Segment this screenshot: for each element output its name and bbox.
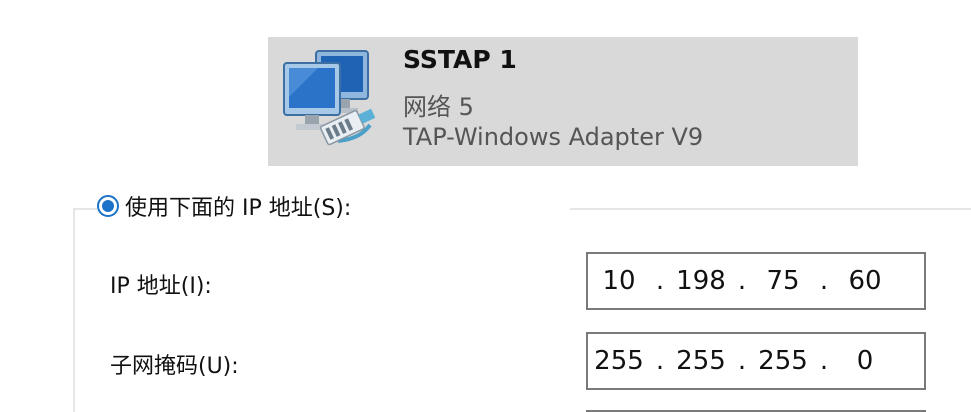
adapter-device-name: TAP-Windows Adapter V9: [403, 123, 704, 151]
ip-separator: .: [655, 266, 665, 296]
mask-separator: .: [655, 346, 665, 376]
group-border-left: [73, 208, 97, 210]
network-adapter-icon: [278, 45, 388, 157]
group-border-right: [570, 208, 971, 210]
ip-octet-1[interactable]: 10: [588, 266, 650, 296]
ip-octet-4[interactable]: 60: [834, 266, 896, 296]
ip-separator: .: [737, 266, 747, 296]
subnet-mask-input[interactable]: 255 . 255 . 255 . 0: [586, 332, 926, 390]
mask-octet-4[interactable]: 0: [834, 346, 896, 376]
mask-octet-2[interactable]: 255: [670, 346, 732, 376]
use-following-ip-radio[interactable]: [97, 195, 119, 217]
use-following-ip-option[interactable]: 使用下面的 IP 地址(S):: [97, 190, 360, 222]
radio-selected-dot: [102, 200, 114, 212]
subnet-mask-label: 子网掩码(U):: [110, 354, 239, 379]
adapter-name: SSTAP 1: [403, 45, 517, 74]
mask-octet-3[interactable]: 255: [752, 346, 814, 376]
ip-octet-2[interactable]: 198: [670, 266, 732, 296]
adapter-network-name: 网络 5: [403, 93, 474, 121]
mask-separator: .: [819, 346, 829, 376]
use-following-ip-label: 使用下面的 IP 地址(S):: [125, 196, 352, 221]
ip-address-label: IP 地址(I):: [110, 274, 212, 299]
network-adapter-properties: SSTAP 1 网络 5 TAP-Windows Adapter V9 使用下面…: [0, 0, 971, 412]
mask-octet-1[interactable]: 255: [588, 346, 650, 376]
ip-octet-3[interactable]: 75: [752, 266, 814, 296]
mask-separator: .: [737, 346, 747, 376]
ip-separator: .: [819, 266, 829, 296]
adapter-card[interactable]: SSTAP 1 网络 5 TAP-Windows Adapter V9: [268, 37, 858, 166]
ip-address-input[interactable]: 10 . 198 . 75 . 60: [586, 252, 926, 310]
